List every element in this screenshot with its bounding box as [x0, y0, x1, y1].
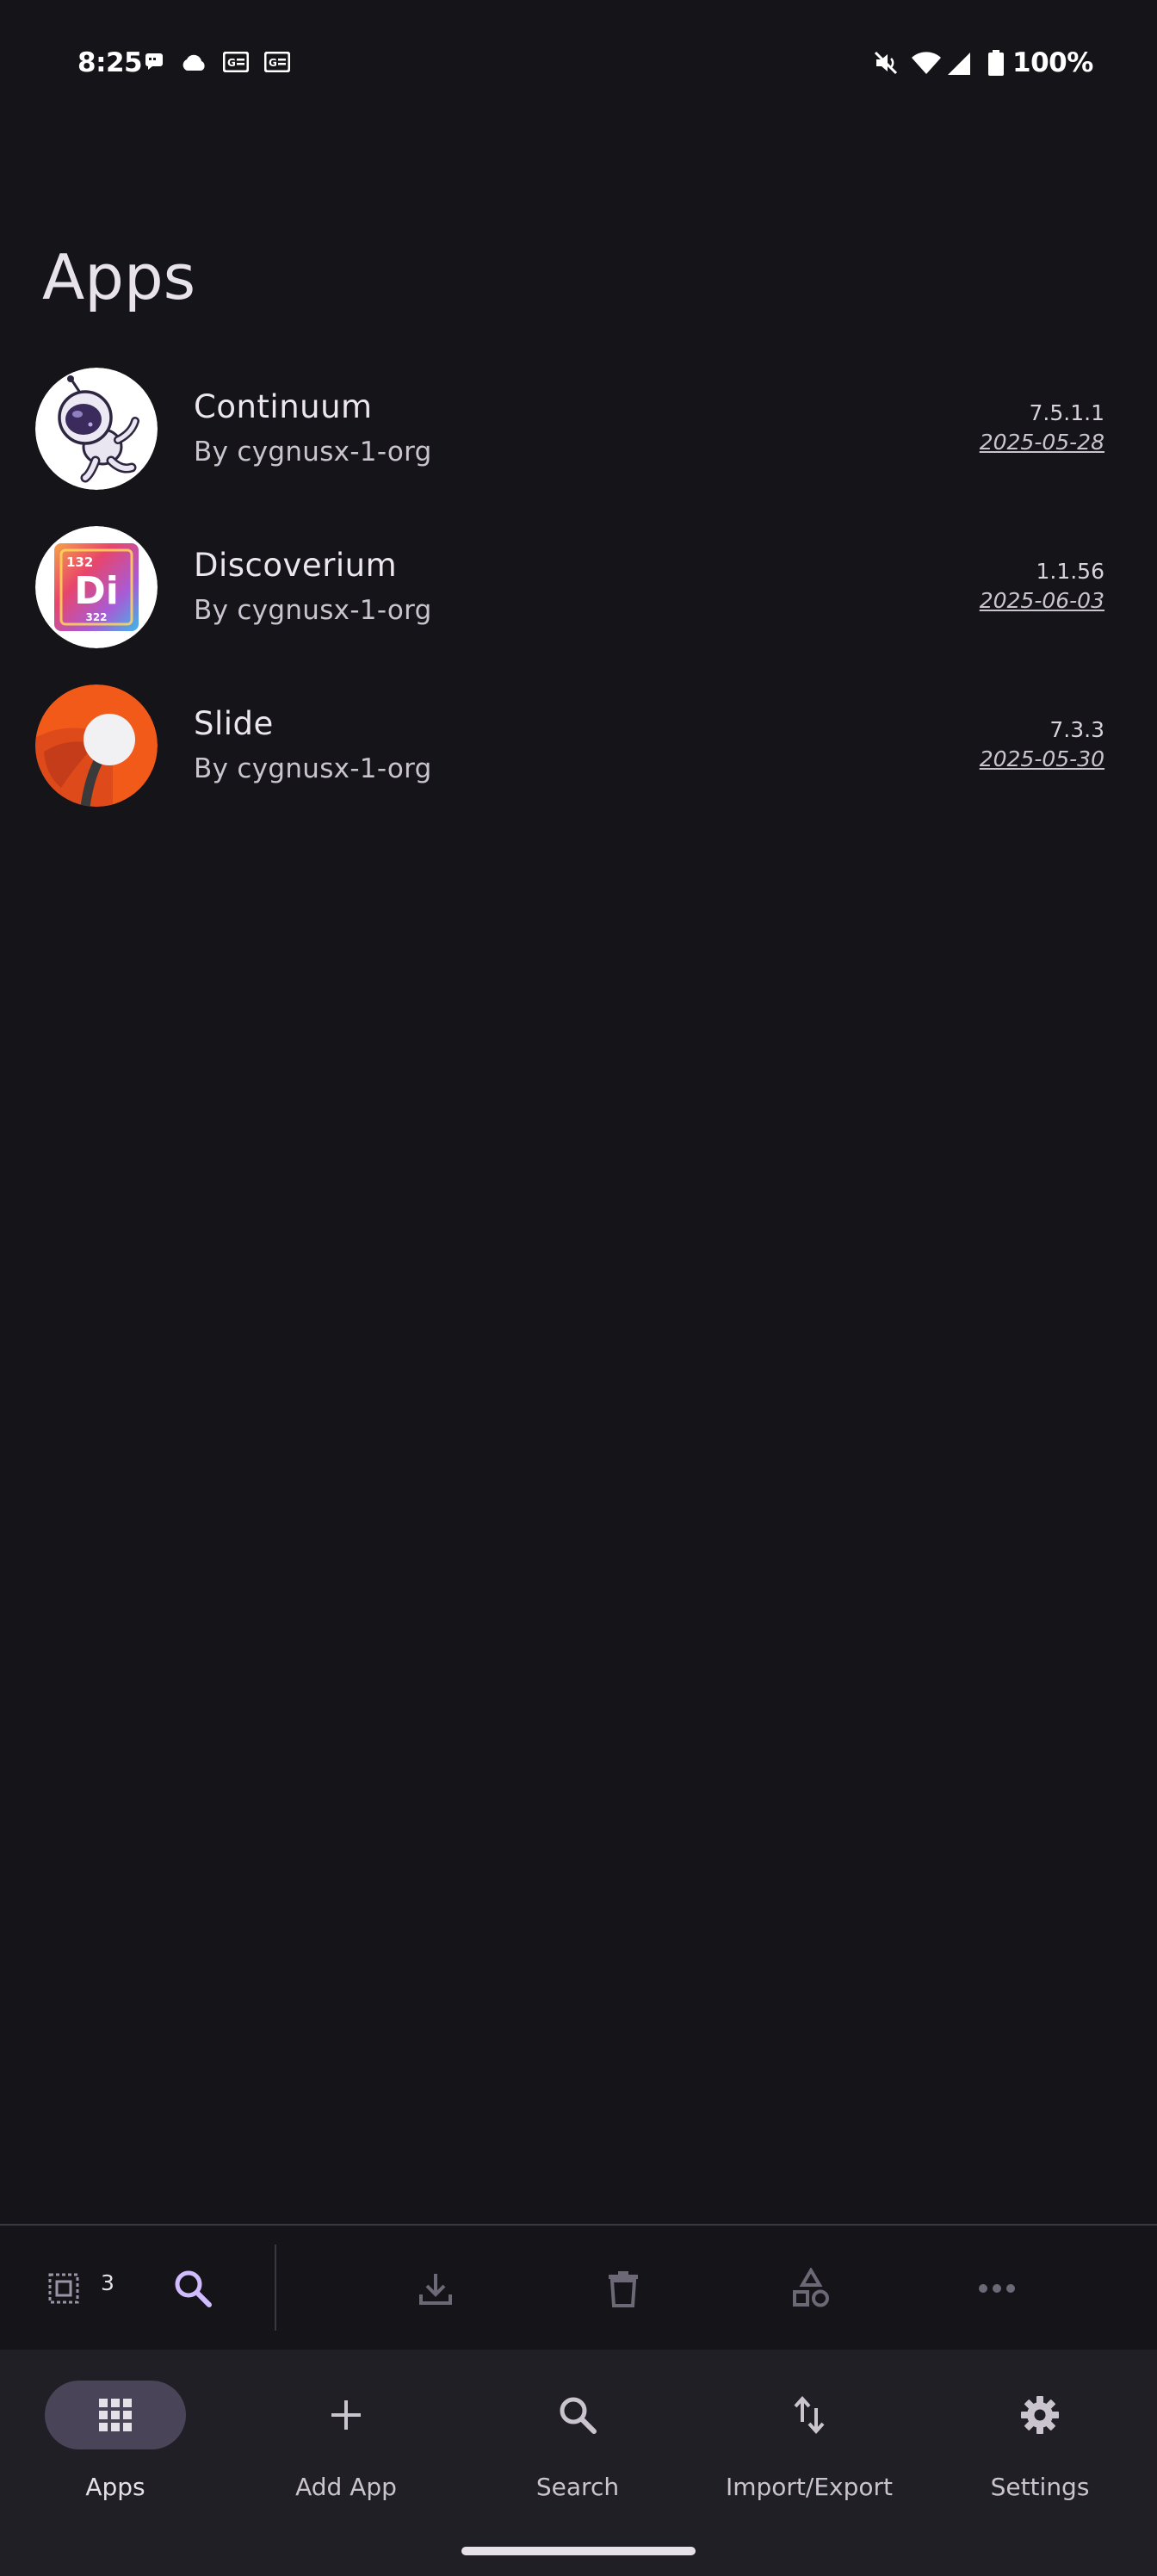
app-release-date[interactable]: 2025-05-30	[980, 746, 1104, 771]
bottom-navigation: Apps Add App Search Import/Export Settin…	[0, 2350, 1157, 2576]
app-release-date[interactable]: 2025-06-03	[980, 588, 1104, 613]
search-icon	[560, 2397, 597, 2434]
svg-text:Di: Di	[74, 569, 119, 613]
app-author: By cygnusx-1-org	[194, 437, 432, 468]
categories-icon[interactable]	[787, 2226, 835, 2350]
app-name: Continuum	[194, 388, 373, 425]
wifi-icon	[911, 51, 942, 78]
nav-label: Search	[535, 2473, 620, 2501]
battery-percent: 100%	[1012, 47, 1093, 78]
nav-label: Add App	[295, 2473, 397, 2501]
nav-item-add-app[interactable]: Add App	[231, 2350, 461, 2522]
app-name: Slide	[194, 705, 274, 742]
svg-text:132: 132	[66, 554, 93, 570]
gear-icon	[1021, 2396, 1059, 2434]
astronaut-icon	[35, 368, 158, 490]
nav-active-indicator	[45, 2381, 186, 2449]
svg-text:G: G	[227, 57, 236, 69]
svg-text:G: G	[269, 57, 277, 69]
message-icon	[145, 52, 164, 74]
nav-label: Apps	[85, 2473, 145, 2501]
status-time: 8:25	[77, 47, 143, 78]
app-author: By cygnusx-1-org	[194, 595, 432, 626]
home-indicator[interactable]	[461, 2547, 696, 2555]
selection-action-bar: 3	[0, 2224, 1157, 2350]
nav-item-apps[interactable]: Apps	[0, 2350, 231, 2522]
signal-icon	[947, 52, 971, 79]
app-version: 7.3.3	[1049, 717, 1104, 742]
nav-label: Settings	[990, 2473, 1090, 2501]
svg-text:322: 322	[85, 611, 107, 623]
app-version: 1.1.56	[1036, 559, 1104, 584]
status-bar: 8:25 G G 100%	[0, 0, 1157, 129]
news-icon: G	[222, 51, 250, 76]
news-icon: G	[263, 51, 291, 76]
app-version: 7.5.1.1	[1029, 400, 1104, 425]
page-title: Apps	[42, 241, 196, 313]
nav-label: Import/Export	[725, 2473, 894, 2501]
import-export-icon	[794, 2396, 825, 2434]
apps-grid-icon	[99, 2399, 132, 2431]
app-author: By cygnusx-1-org	[194, 753, 432, 784]
select-all-icon[interactable]	[43, 2226, 84, 2350]
nav-item-search[interactable]: Search	[462, 2350, 693, 2522]
selected-count: 3	[101, 2270, 114, 2295]
app-list: Continuum By cygnusx-1-org 7.5.1.1 2025-…	[0, 357, 1157, 833]
plus-icon	[331, 2400, 361, 2430]
battery-icon	[988, 50, 1004, 79]
app-release-date[interactable]: 2025-05-28	[980, 430, 1104, 455]
cloud-icon	[180, 54, 207, 75]
app-name: Discoverium	[194, 547, 398, 584]
app-row-continuum[interactable]: Continuum By cygnusx-1-org 7.5.1.1 2025-…	[0, 357, 1157, 516]
search-icon[interactable]	[169, 2226, 217, 2350]
more-icon[interactable]	[973, 2226, 1021, 2350]
element-di-icon: 132 Di 322	[35, 526, 158, 648]
nav-item-import-export[interactable]: Import/Export	[694, 2350, 925, 2522]
slide-icon	[35, 684, 158, 807]
app-row-slide[interactable]: Slide By cygnusx-1-org 7.3.3 2025-05-30	[0, 674, 1157, 833]
delete-icon[interactable]	[599, 2226, 647, 2350]
mute-icon	[873, 50, 899, 79]
nav-item-settings[interactable]: Settings	[925, 2350, 1155, 2522]
divider	[275, 2245, 276, 2331]
download-icon[interactable]	[411, 2226, 460, 2350]
app-row-discoverium[interactable]: 132 Di 322 Discoverium By cygnusx-1-org …	[0, 516, 1157, 674]
